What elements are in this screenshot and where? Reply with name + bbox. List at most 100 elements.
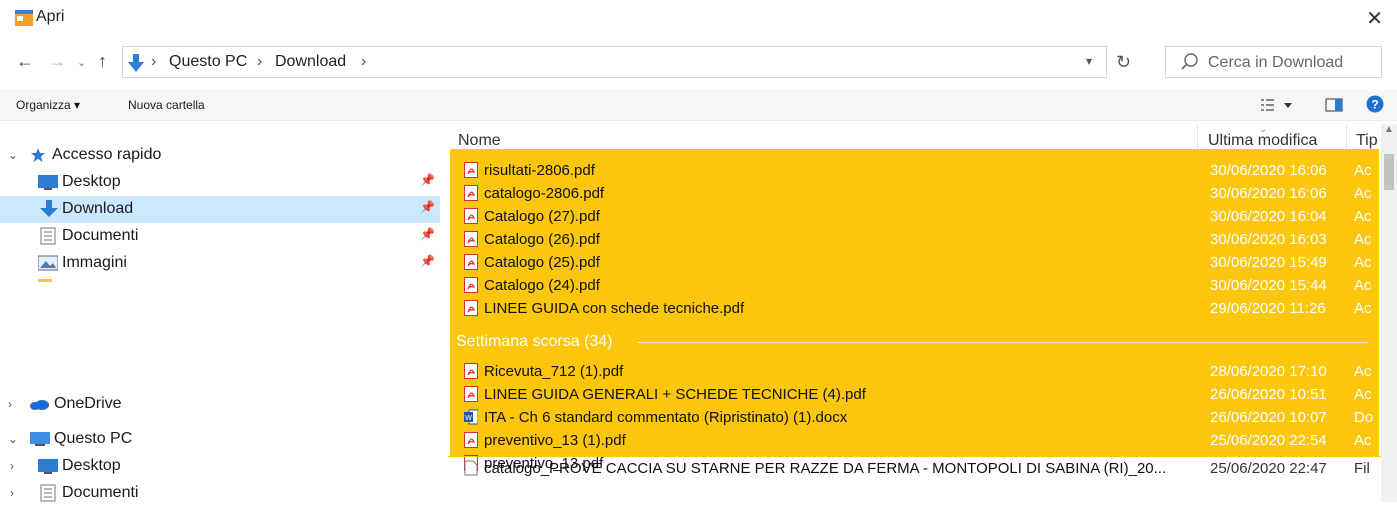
column-divider[interactable] — [1346, 124, 1347, 152]
breadcrumb-download[interactable]: Download — [275, 53, 346, 71]
sidebar-item-immagini[interactable]: Immagini 📌 — [0, 250, 440, 277]
nav-this-pc[interactable]: ⌄ Questo PC — [0, 426, 440, 453]
pin-icon[interactable]: 📌 — [420, 227, 435, 241]
file-type: Ac — [1354, 254, 1372, 271]
file-date: 30/06/2020 15:44 — [1210, 277, 1327, 294]
expand-chevron-icon[interactable]: › — [10, 486, 14, 500]
table-row[interactable]: LINEE GUIDA con schede tecniche.pdf 29/06… — [448, 297, 1397, 320]
file-icon — [464, 460, 478, 476]
file-date: 26/06/2020 10:07 — [1210, 409, 1327, 426]
preview-pane-icon[interactable] — [1325, 97, 1343, 113]
table-row[interactable]: W ITA - Ch 6 standard commentato (Riprist… — [448, 406, 1397, 429]
vertical-scrollbar[interactable]: ▲ — [1381, 124, 1397, 502]
up-arrow-icon[interactable]: ↑ — [98, 51, 107, 71]
scroll-thumb[interactable] — [1384, 154, 1394, 190]
nav-label: Immagini — [62, 254, 127, 271]
nav-label: Download — [62, 200, 134, 217]
sidebar-item-pc-documenti[interactable]: › Documenti — [0, 480, 440, 507]
expand-chevron-icon[interactable]: ⌄ — [8, 148, 18, 162]
file-name: LINEE GUIDA con schede tecniche.pdf — [484, 300, 745, 317]
table-row[interactable]: catalogo_PROVE CACCIA SU STARNE PER RAZZ… — [448, 456, 1397, 480]
recent-chevron-icon[interactable]: ⌄ — [77, 53, 86, 73]
search-box[interactable]: Cerca in Download — [1165, 46, 1382, 78]
word-icon: W — [464, 409, 478, 425]
breadcrumb-separator-icon: › — [151, 53, 157, 70]
nav-onedrive[interactable]: › OneDrive — [0, 391, 440, 418]
pdf-icon — [464, 363, 478, 379]
download-icon — [40, 200, 58, 217]
address-history-chevron-icon[interactable]: ▾ — [1086, 54, 1092, 68]
pin-icon[interactable]: 📌 — [420, 200, 435, 214]
nav-label: OneDrive — [54, 395, 122, 412]
column-divider[interactable] — [1197, 124, 1198, 152]
file-type: Do — [1354, 409, 1374, 426]
table-row[interactable]: Catalogo (27).pdf 30/06/2020 16:04 Ac — [448, 205, 1397, 228]
sidebar-item-desktop[interactable]: Desktop 📌 — [0, 169, 440, 196]
file-name: risultati-2806.pdf — [484, 162, 595, 179]
new-folder-button[interactable]: Nuova cartella — [128, 98, 205, 112]
window-title: Apri — [36, 8, 65, 25]
column-header-modified[interactable]: Ultima modifica — [1208, 132, 1317, 150]
file-type: Fil — [1354, 460, 1370, 477]
column-header-type[interactable]: Tip — [1356, 132, 1378, 150]
table-row[interactable]: LINEE GUIDA GENERALI + SCHEDE TECNICHE (… — [448, 383, 1397, 406]
folder-icon — [38, 279, 52, 282]
star-icon — [31, 148, 45, 162]
file-name: Catalogo (26).pdf — [484, 231, 600, 248]
file-name: Catalogo (27).pdf — [484, 208, 600, 225]
expand-chevron-icon[interactable]: › — [8, 397, 12, 411]
table-row[interactable]: risultati-2806.pdf 30/06/2020 16:06 Ac — [448, 159, 1397, 182]
table-row[interactable]: Catalogo (25).pdf 30/06/2020 15:49 Ac — [448, 251, 1397, 274]
sidebar-item-pc-desktop[interactable]: › Desktop — [0, 453, 440, 480]
address-bar[interactable]: › Questo PC › Download › ▾ — [122, 46, 1107, 78]
pdf-icon — [464, 254, 478, 270]
table-row[interactable]: Catalogo (24).pdf 30/06/2020 15:44 Ac — [448, 274, 1397, 297]
pdf-icon — [464, 231, 478, 247]
file-name: Ricevuta_712 (1).pdf — [484, 363, 624, 380]
nav-label: Accesso rapido — [52, 146, 162, 163]
table-row[interactable]: Catalogo (26).pdf 30/06/2020 16:03 Ac — [448, 228, 1397, 251]
sidebar-item-download[interactable]: Download 📌 — [0, 196, 440, 223]
search-icon — [1181, 53, 1198, 70]
forward-arrow-icon[interactable]: → — [48, 51, 66, 71]
file-type: Ac — [1354, 363, 1372, 380]
file-list: ⌄ Nome Ultima modifica Tip risultati-280… — [448, 124, 1397, 502]
table-row[interactable]: catalogo-2806.pdf 30/06/2020 16:06 Ac — [448, 182, 1397, 205]
file-type: Ac — [1354, 231, 1372, 248]
help-icon[interactable]: ? — [1366, 95, 1384, 113]
nav-quick-access[interactable]: ⌄ Accesso rapido — [0, 142, 440, 169]
computer-icon — [30, 432, 50, 446]
sidebar-item-documenti[interactable]: Documenti 📌 — [0, 223, 440, 250]
pdf-icon — [464, 185, 478, 201]
back-arrow-icon[interactable]: ← — [16, 51, 34, 71]
file-date: 25/06/2020 22:54 — [1210, 432, 1327, 449]
nav-label: Documenti — [62, 227, 139, 244]
view-options-icon[interactable] — [1260, 97, 1294, 113]
expand-chevron-icon[interactable]: › — [10, 459, 14, 473]
pin-icon[interactable]: 📌 — [420, 254, 435, 268]
file-name: Catalogo (24).pdf — [484, 277, 600, 294]
document-icon — [40, 227, 56, 245]
svg-text:W: W — [465, 415, 472, 422]
group-header[interactable]: Settimana scorsa (34) — [448, 330, 1397, 354]
pdf-icon — [464, 208, 478, 224]
nav-label: Documenti — [62, 484, 139, 501]
file-date: 28/06/2020 17:10 — [1210, 363, 1327, 380]
file-date: 30/06/2020 16:03 — [1210, 231, 1327, 248]
cloud-icon — [30, 400, 49, 410]
expand-chevron-icon[interactable]: ⌄ — [8, 432, 18, 446]
scroll-up-icon[interactable]: ▲ — [1384, 124, 1394, 135]
close-icon[interactable]: ✕ — [1366, 6, 1383, 31]
breadcrumb-this-pc[interactable]: Questo PC — [169, 53, 247, 71]
table-row[interactable]: Ricevuta_712 (1).pdf 28/06/2020 17:10 Ac — [448, 360, 1397, 383]
table-row[interactable]: preventivo_13 (1).pdf 25/06/2020 22:54 Ac — [448, 429, 1397, 452]
download-folder-icon — [128, 54, 144, 72]
file-date: 30/06/2020 16:06 — [1210, 162, 1327, 179]
file-type: Ac — [1354, 185, 1372, 202]
column-header-name[interactable]: Nome — [458, 132, 501, 150]
organize-button[interactable]: Organizza ▾ — [16, 98, 80, 112]
pin-icon[interactable]: 📌 — [420, 173, 435, 187]
group-divider — [638, 342, 1368, 343]
file-date: 30/06/2020 16:06 — [1210, 185, 1327, 202]
refresh-icon[interactable]: ↻ — [1116, 52, 1131, 73]
